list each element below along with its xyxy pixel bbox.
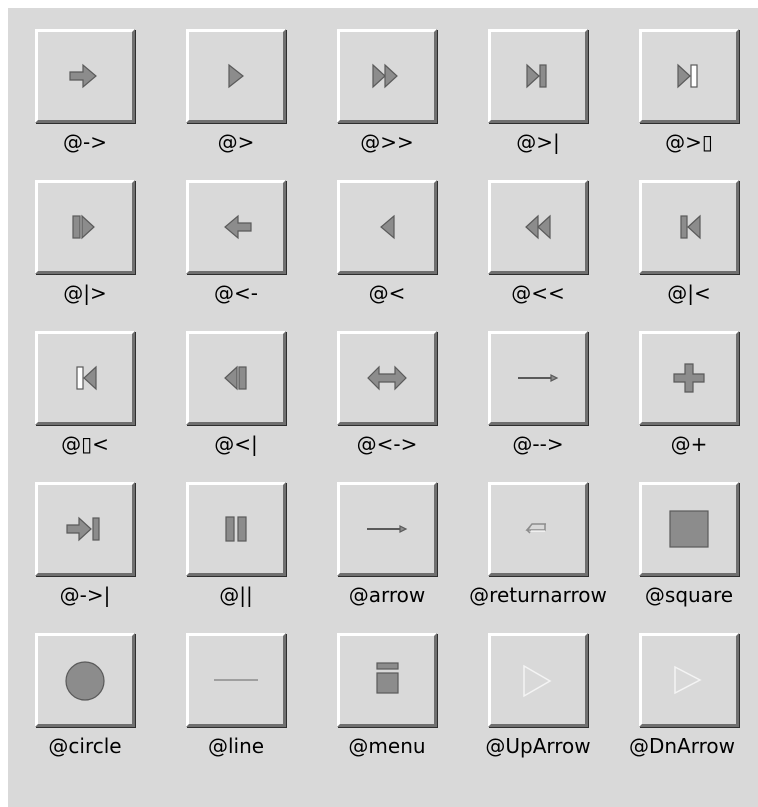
label-step-back: @<| (214, 432, 258, 456)
step-back-icon (224, 365, 247, 391)
skip-to-end-hollow-icon (677, 63, 698, 89)
label-arrow-left: @<- (214, 281, 258, 305)
label-arrow: @arrow (348, 583, 426, 607)
label-step-forward: @|> (63, 281, 107, 305)
skip-to-start-icon (680, 214, 701, 240)
label-square: @square (644, 583, 734, 607)
label-skip-to-start-hollow: @▯< (61, 432, 109, 456)
up-arrow-icon (523, 664, 552, 698)
button-arrow-to-bar[interactable] (35, 482, 135, 576)
arrow-to-bar-icon (66, 516, 100, 542)
step-forward-icon (72, 214, 95, 240)
arrow-left-icon (224, 214, 252, 240)
label-rewind: @<< (511, 281, 565, 305)
label-circle: @circle (48, 734, 122, 758)
label-line: @line (207, 734, 265, 758)
label-play-back: @< (368, 281, 406, 305)
fast-forward-icon (372, 63, 398, 89)
button-step-back[interactable] (186, 331, 286, 425)
button-plus[interactable] (639, 331, 739, 425)
button-fast-forward[interactable] (337, 29, 437, 123)
rewind-icon (525, 214, 551, 240)
label-play: @> (217, 130, 255, 154)
button-skip-to-end[interactable] (488, 29, 588, 123)
label-fast-forward: @>> (360, 130, 414, 154)
bitmap-gallery: @-> @> @>> @>| @>▯ @|> @<- @< @<< @|< @▯… (8, 8, 758, 807)
button-rewind[interactable] (488, 180, 588, 274)
circle-icon (65, 661, 105, 701)
button-down-arrow[interactable] (639, 633, 739, 727)
button-thin-arrow[interactable] (488, 331, 588, 425)
button-menu[interactable] (337, 633, 437, 727)
button-skip-to-start-hollow[interactable] (35, 331, 135, 425)
button-line[interactable] (186, 633, 286, 727)
button-skip-to-start[interactable] (639, 180, 739, 274)
thin-arrow-icon (367, 525, 408, 533)
label-return-arrow: @returnarrow (469, 583, 607, 607)
label-thin-arrow: @--> (512, 432, 564, 456)
label-arrow-right: @-> (63, 130, 107, 154)
play-icon (228, 63, 244, 89)
button-circle[interactable] (35, 633, 135, 727)
label-pause: @|| (219, 583, 253, 607)
arrow-right-icon (69, 63, 97, 89)
label-down-arrow: @DnArrow (628, 734, 735, 758)
button-pause[interactable] (186, 482, 286, 576)
button-skip-to-end-hollow[interactable] (639, 29, 739, 123)
label-skip-to-end: @>| (516, 130, 560, 154)
button-step-forward[interactable] (35, 180, 135, 274)
plus-icon (673, 363, 705, 393)
play-back-icon (380, 214, 395, 240)
menu-icon (376, 662, 399, 694)
button-play[interactable] (186, 29, 286, 123)
button-up-arrow[interactable] (488, 633, 588, 727)
button-arrow-right[interactable] (35, 29, 135, 123)
button-play-back[interactable] (337, 180, 437, 274)
return-arrow-icon (525, 523, 546, 534)
label-skip-to-end-hollow: @>▯ (665, 130, 713, 154)
button-return-arrow[interactable] (488, 482, 588, 576)
button-double-arrow[interactable] (337, 331, 437, 425)
label-up-arrow: @UpArrow (485, 734, 591, 758)
button-arrow[interactable] (337, 482, 437, 576)
label-arrow-to-bar: @->| (59, 583, 111, 607)
down-arrow-icon (674, 665, 702, 695)
line-icon (214, 679, 258, 681)
label-plus: @+ (670, 432, 708, 456)
square-icon (669, 510, 709, 548)
button-arrow-left[interactable] (186, 180, 286, 274)
skip-to-end-icon (526, 63, 547, 89)
skip-to-start-hollow-icon (76, 365, 97, 391)
label-menu: @menu (348, 734, 426, 758)
button-square[interactable] (639, 482, 739, 576)
pause-icon (225, 516, 247, 542)
label-double-arrow: @<-> (356, 432, 418, 456)
thin-arrow-icon (518, 374, 559, 382)
double-arrow-icon (367, 365, 407, 391)
label-skip-to-start: @|< (667, 281, 711, 305)
